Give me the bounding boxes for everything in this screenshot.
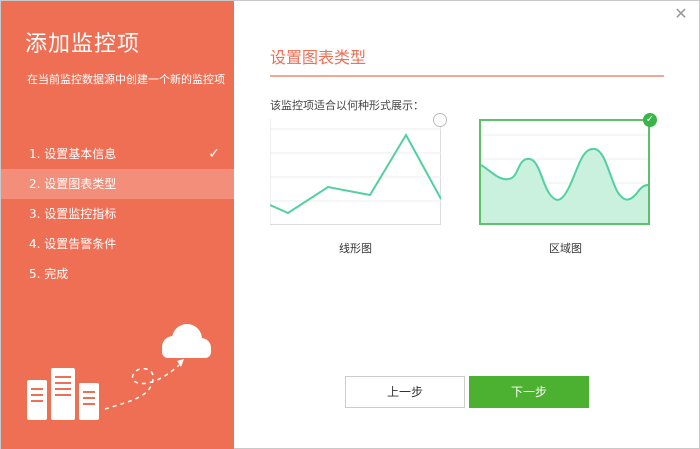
chart-type-question: 该监控项适合以何种形式展示： (270, 99, 424, 112)
sidebar-title: 添加监控项 (25, 32, 141, 57)
server-cloud-illustration (27, 324, 211, 420)
check-icon: ✓ (208, 146, 220, 162)
step-label: 2. 设置图表类型 (29, 177, 117, 191)
dashed-arrow-icon (104, 364, 180, 410)
step-item-alert-conditions[interactable]: 4. 设置告警条件 (1, 229, 234, 259)
close-icon[interactable]: ✕ (673, 6, 689, 22)
step-item-chart-type[interactable]: 2. 设置图表类型 (1, 169, 234, 199)
radio-line-unselected[interactable] (433, 113, 447, 127)
check-icon: ✓ (645, 114, 655, 125)
area-chart-preview (480, 134, 649, 223)
title-divider (270, 75, 664, 77)
wizard-sidebar: 添加监控项 在当前监控数据源中创建一个新的监控项 1. 设置基本信息 ✓ 2. … (1, 1, 234, 449)
cloud-icon (162, 324, 211, 358)
dialog: 添加监控项 在当前监控数据源中创建一个新的监控项 1. 设置基本信息 ✓ 2. … (0, 0, 700, 449)
next-button[interactable]: 下一步 (469, 376, 589, 408)
chart-option-area[interactable] (479, 119, 650, 225)
previous-button[interactable]: 上一步 (345, 376, 465, 408)
step-item-finish[interactable]: 5. 完成 (1, 259, 234, 289)
step-label: 5. 完成 (29, 267, 69, 281)
sidebar-description: 在当前监控数据源中创建一个新的监控项 (27, 73, 225, 86)
chart-label-line: 线形图 (339, 242, 372, 255)
step-item-basic-info[interactable]: 1. 设置基本信息 ✓ (1, 139, 234, 169)
step-label: 3. 设置监控指标 (29, 207, 117, 221)
step-label: 1. 设置基本信息 (29, 147, 117, 161)
line-chart-preview (269, 119, 442, 225)
chart-option-line[interactable] (269, 119, 442, 225)
page-title: 设置图表类型 (270, 48, 367, 67)
step-item-metrics[interactable]: 3. 设置监控指标 (1, 199, 234, 229)
step-list: 1. 设置基本信息 ✓ 2. 设置图表类型 3. 设置监控指标 4. 设置告警条… (1, 139, 234, 289)
step-label: 4. 设置告警条件 (29, 237, 117, 251)
radio-area-selected[interactable]: ✓ (643, 113, 657, 127)
chart-label-area: 区域图 (549, 242, 582, 255)
